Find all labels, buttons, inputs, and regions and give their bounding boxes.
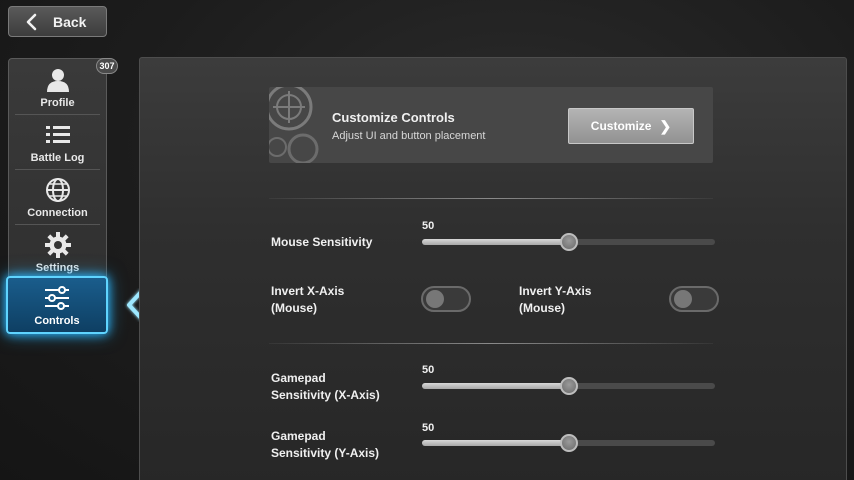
invert-x-toggle[interactable] [421,286,471,312]
slider-thumb[interactable] [559,233,578,251]
section-divider [269,343,713,344]
mouse-sensitivity-label: Mouse Sensitivity [271,235,373,249]
mouse-sensitivity-value: 50 [422,220,435,232]
sidebar-item-label: Connection [27,207,88,219]
slider-fill [422,239,569,245]
gamepad-decor-icon [269,87,319,163]
notification-badge: 307 [96,58,118,74]
gamepad-y-slider[interactable] [422,434,715,452]
mouse-sensitivity-slider[interactable] [422,233,715,251]
gamepad-y-value: 50 [422,422,435,434]
chevron-right-icon: ❯ [659,117,672,134]
gamepad-x-label-line2: Sensitivity (X-Axis) [271,388,380,402]
invert-y-label: Invert Y-Axis (Mouse) [519,283,591,317]
sidebar-item-battle-log[interactable]: Battle Log [9,114,106,169]
slider-fill [422,383,569,389]
sidebar-item-label: Controls [34,315,80,327]
gamepad-y-label-line1: Gamepad [271,429,326,443]
slider-thumb[interactable] [559,434,578,452]
customize-button[interactable]: Customize ❯ [568,108,694,144]
sidebar-item-connection[interactable]: Connection [9,169,106,224]
sidebar-item-profile[interactable]: Profile [9,59,106,114]
toggle-knob [674,290,692,308]
section-divider [269,198,713,199]
customize-controls-card: Customize Controls Adjust UI and button … [269,87,713,163]
invert-y-label-line1: Invert Y-Axis [519,284,592,298]
gamepad-y-label: Gamepad Sensitivity (Y-Axis) [271,428,379,462]
gamepad-x-label: Gamepad Sensitivity (X-Axis) [271,370,380,404]
gamepad-x-value: 50 [422,364,435,376]
sidebar-item-controls[interactable]: Controls [6,276,108,334]
card-title: Customize Controls [332,110,455,125]
person-icon [46,69,69,92]
gamepad-y-label-line2: Sensitivity (Y-Axis) [271,446,380,460]
sliders-icon [45,286,69,310]
invert-y-toggle[interactable] [669,286,719,312]
sidebar-item-settings[interactable]: Settings [9,224,106,279]
sidebar-item-label: Profile [40,97,75,109]
list-icon [45,126,70,143]
invert-x-label: Invert X-Axis (Mouse) [271,283,344,317]
back-button[interactable]: Back [8,6,107,37]
invert-y-label-line2: (Mouse) [519,301,565,315]
gamepad-x-label-line1: Gamepad [271,371,326,385]
chevron-left-icon [26,13,37,30]
globe-icon [45,178,70,202]
slider-thumb[interactable] [559,377,578,395]
gear-icon [44,232,71,258]
gamepad-x-slider[interactable] [422,377,715,395]
invert-x-label-line2: (Mouse) [271,301,317,315]
sidebar-item-label: Settings [35,262,80,274]
card-subtitle: Adjust UI and button placement [332,130,486,142]
slider-fill [422,440,569,446]
invert-x-label-line1: Invert X-Axis [271,284,345,298]
sidebar-item-label: Battle Log [30,152,85,164]
toggle-knob [426,290,444,308]
back-button-label: Back [53,13,87,30]
customize-button-label: Customize [590,119,652,133]
